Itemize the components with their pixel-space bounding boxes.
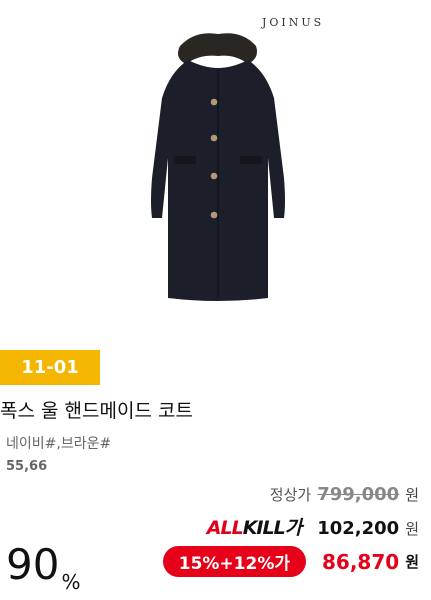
discount-rate: 90 % [6, 540, 80, 594]
allkill-logo-all: ALL [206, 517, 244, 539]
product-card[interactable]: JOINUS 11-01 폭스 울 핸드메이드 코트 네이비#,브라운# 55,… [0, 0, 431, 600]
date-badge: 11-01 [0, 350, 100, 385]
allkill-price: 102,200 [317, 518, 400, 539]
product-image[interactable] [140, 28, 295, 308]
allkill-price-row: ALLKILL가 102,200 원 [207, 513, 419, 540]
regular-price-row: 정상가 799,000 원 [270, 484, 419, 505]
final-price: 86,870 [322, 549, 400, 574]
regular-price-label: 정상가 [269, 486, 312, 504]
currency-unit: 원 [405, 520, 419, 538]
final-price-row: 15%+12%가 86,870 원 [162, 546, 419, 577]
allkill-logo: ALLKILL가 [206, 513, 302, 540]
discount-rate-unit: % [61, 570, 81, 594]
product-sizes: 55,66 [6, 459, 48, 474]
coupon-badge: 15%+12%가 [162, 546, 306, 577]
currency-unit: 원 [405, 553, 419, 571]
product-colors: 네이비#,브라운# [6, 436, 112, 452]
discount-rate-value: 90 [6, 540, 60, 589]
product-title[interactable]: 폭스 울 핸드메이드 코트 [0, 396, 193, 423]
currency-unit: 원 [405, 486, 419, 504]
regular-price: 799,000 [317, 484, 400, 505]
allkill-logo-kill: KILL가 [242, 517, 302, 539]
